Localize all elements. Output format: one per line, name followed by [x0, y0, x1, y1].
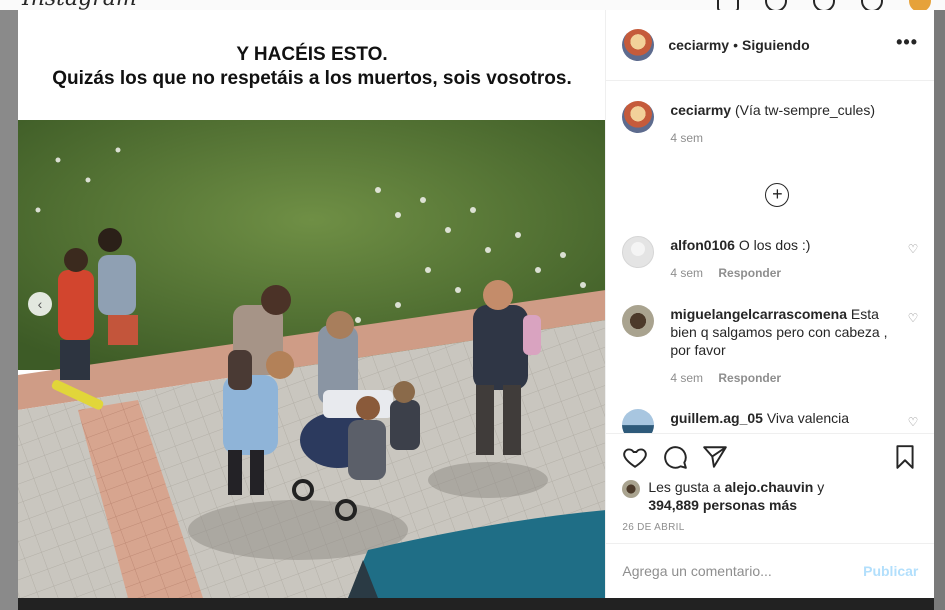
- image-caption-line-2: Quizás los que no respetáis a los muerto…: [52, 68, 572, 89]
- following-button[interactable]: Siguiendo: [742, 37, 810, 53]
- likes-prefix: Les gusta a: [648, 479, 721, 495]
- direct-icon[interactable]: [765, 0, 787, 10]
- caption-time[interactable]: 4 sem: [670, 131, 703, 145]
- share-icon[interactable]: [702, 444, 728, 470]
- commenter-avatar[interactable]: [622, 305, 655, 337]
- likes-connector: y: [817, 479, 825, 495]
- post-media: Y HACÉIS ESTO. Quizás los que no respetá…: [18, 10, 606, 598]
- comment-username[interactable]: miguelangelcarrascomena: [670, 306, 847, 322]
- caption-text: (Vía tw-sempre_cules): [734, 102, 876, 118]
- comment-like-heart-icon[interactable]: ♡: [908, 415, 919, 429]
- author-username[interactable]: ceciarmy: [668, 37, 729, 53]
- post-header: ceciarmy • Siguiendo •••: [606, 10, 934, 81]
- comment-text: Viva valencia: [766, 410, 850, 426]
- explore-icon[interactable]: [813, 0, 835, 10]
- header-separator: •: [733, 37, 738, 53]
- activity-icon[interactable]: [861, 0, 883, 10]
- comment-icon[interactable]: [662, 444, 688, 470]
- caption-username[interactable]: ceciarmy: [670, 102, 731, 118]
- previous-photo-button[interactable]: ‹: [28, 292, 52, 316]
- home-icon[interactable]: [717, 0, 739, 10]
- add-comment-bar: Agrega un comentario... Publicar: [606, 543, 935, 600]
- likes-summary: Les gusta a alejo.chauvin y 394,889 pers…: [622, 478, 918, 514]
- liker-avatar[interactable]: [622, 480, 641, 498]
- comment-like-heart-icon[interactable]: ♡: [908, 311, 919, 325]
- load-more-comments-icon[interactable]: +: [765, 183, 790, 207]
- more-options-icon[interactable]: •••: [896, 32, 918, 53]
- comment-username[interactable]: alfon0106: [670, 237, 735, 253]
- reply-button[interactable]: Responder: [718, 266, 781, 280]
- comments-list[interactable]: ceciarmy (Vía tw-sempre_cules) 4 sem + a…: [606, 81, 934, 433]
- backdrop-bottom: [18, 598, 934, 610]
- comment-like-heart-icon[interactable]: ♡: [908, 242, 919, 256]
- commenter-avatar[interactable]: [622, 409, 655, 433]
- likes-count-link[interactable]: 394,889 personas más: [648, 497, 797, 513]
- comment-time[interactable]: 4 sem: [670, 371, 703, 385]
- comment-username[interactable]: guillem.ag_05: [670, 410, 763, 426]
- post-actions: Les gusta a alejo.chauvin y 394,889 pers…: [606, 433, 935, 600]
- image-caption-line-1: Y HACÉIS ESTO.: [236, 44, 388, 65]
- backdrop: [0, 10, 18, 610]
- comment-text: O los dos :): [738, 237, 811, 253]
- comment-time[interactable]: 4 sem: [670, 266, 703, 280]
- caption-author-avatar[interactable]: [622, 101, 655, 133]
- like-heart-icon[interactable]: [622, 444, 648, 470]
- commenter-avatar[interactable]: [622, 236, 655, 268]
- post-modal: Y HACÉIS ESTO. Quizás los que no respetá…: [18, 10, 935, 600]
- first-liker-username[interactable]: alejo.chauvin: [725, 479, 814, 495]
- post-sidebar: ceciarmy • Siguiendo ••• ceciarmy (Vía t…: [605, 10, 935, 600]
- publish-button[interactable]: Publicar: [863, 563, 918, 579]
- top-navigation-bar: Instagram: [0, 0, 945, 10]
- save-bookmark-icon[interactable]: [892, 444, 918, 470]
- image-caption-band: Y HACÉIS ESTO. Quizás los que no respetá…: [18, 10, 606, 120]
- post-photo: [18, 120, 606, 598]
- comment-input[interactable]: Agrega un comentario...: [622, 563, 771, 579]
- reply-button[interactable]: Responder: [718, 371, 781, 385]
- profile-avatar[interactable]: [909, 0, 931, 10]
- author-avatar[interactable]: [622, 29, 655, 61]
- instagram-logo[interactable]: Instagram: [22, 0, 137, 10]
- post-date[interactable]: 26 DE ABRIL: [622, 522, 684, 533]
